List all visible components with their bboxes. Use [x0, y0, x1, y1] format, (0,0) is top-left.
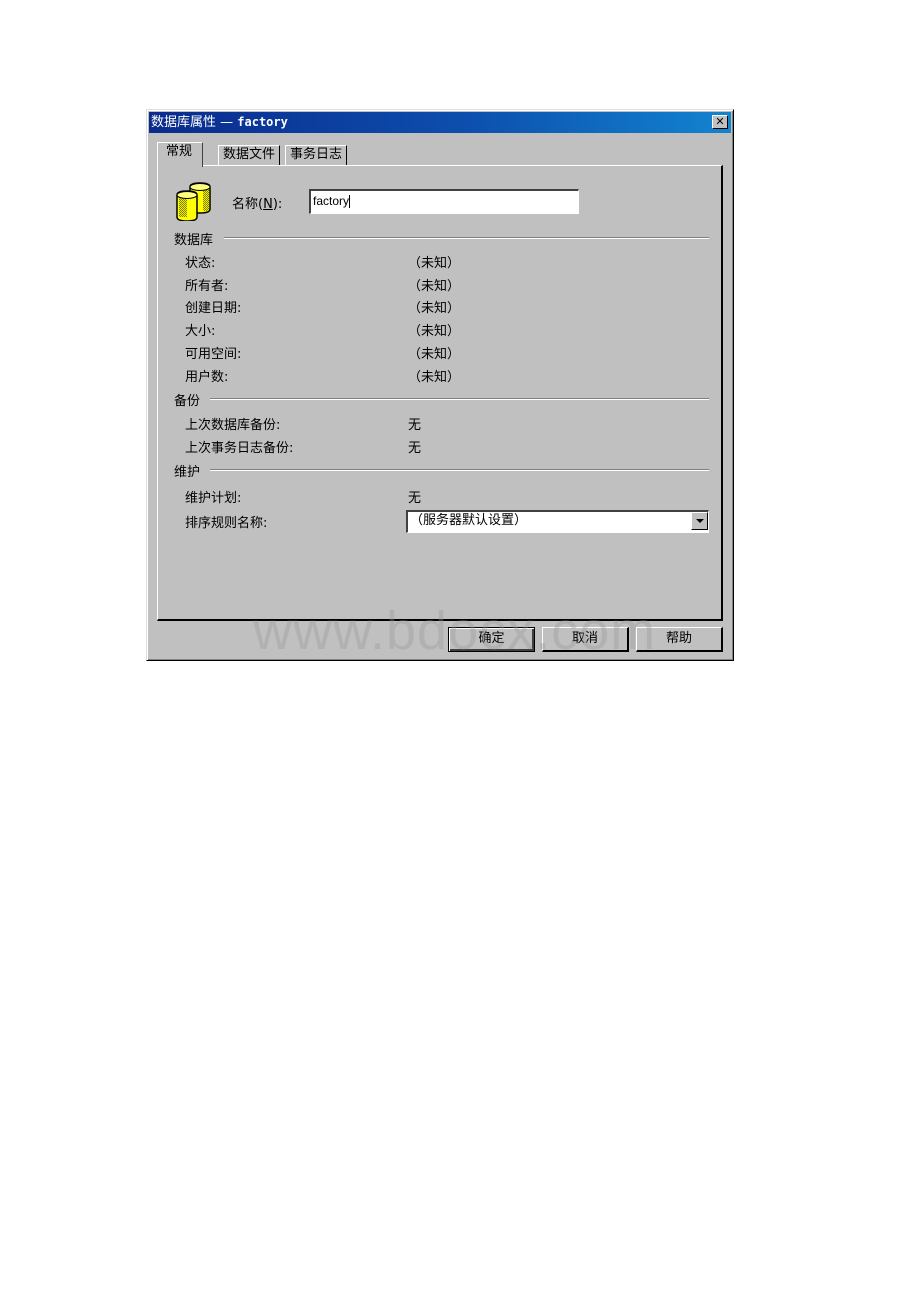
date-created-label: 创建日期:	[185, 301, 242, 316]
last-database-backup-value: 无	[408, 418, 422, 433]
title-bar[interactable]: 数据库属性 — factory ✕	[149, 112, 731, 133]
size-value: （未知）	[408, 324, 461, 339]
tab-data-files[interactable]: 数据文件	[218, 145, 281, 165]
last-database-backup-label: 上次数据库备份:	[185, 418, 281, 433]
chevron-down-icon[interactable]	[691, 512, 708, 530]
date-created-value: （未知）	[408, 301, 461, 316]
last-log-backup-value: 无	[408, 441, 422, 456]
name-label-end: ):	[272, 197, 283, 212]
space-available-value: （未知）	[408, 347, 461, 362]
close-button[interactable]: ✕	[712, 115, 728, 129]
name-input[interactable]: factory	[309, 189, 579, 214]
space-available-label: 可用空间:	[185, 347, 242, 362]
window-title-name: factory	[237, 115, 288, 129]
size-label: 大小:	[185, 324, 216, 339]
maintenance-section-title: 维护	[174, 465, 201, 480]
maintenance-plan-label: 维护计划:	[185, 491, 242, 506]
database-properties-dialog: 数据库属性 — factory ✕ 常规 数据文件 事务日志 名称(N): fa…	[146, 109, 734, 661]
name-input-value: factory	[313, 194, 350, 208]
tab-general[interactable]: 常规	[157, 142, 204, 167]
status-value: （未知）	[408, 256, 461, 271]
owner-label: 所有者:	[185, 279, 229, 294]
text-caret	[349, 195, 351, 209]
cancel-button[interactable]: 取消	[542, 627, 629, 652]
user-count-label: 用户数:	[185, 370, 229, 385]
last-log-backup-label: 上次事务日志备份:	[185, 441, 294, 456]
collation-select[interactable]: （服务器默认设置）	[406, 510, 709, 533]
user-count-value: （未知）	[408, 370, 461, 385]
maintenance-section-divider	[210, 469, 709, 471]
backup-section-title: 备份	[174, 394, 201, 409]
collation-name-label: 排序规则名称:	[185, 516, 268, 531]
close-icon: ✕	[715, 115, 725, 128]
status-label: 状态:	[185, 256, 216, 271]
owner-value: （未知）	[408, 279, 461, 294]
name-label-text: 名称(	[232, 197, 264, 212]
help-button[interactable]: 帮助	[636, 627, 723, 652]
name-label-mnemonic: N	[263, 197, 273, 212]
tab-transaction-log[interactable]: 事务日志	[285, 145, 348, 165]
name-label: 名称(N):	[232, 193, 282, 212]
database-section-divider	[224, 237, 709, 239]
database-icon	[176, 182, 211, 221]
collation-selected-value: （服务器默认设置）	[410, 513, 528, 528]
database-section-title: 数据库	[174, 233, 214, 248]
ok-button[interactable]: 确定	[448, 627, 535, 652]
window-title-prefix: 数据库属性 —	[151, 115, 238, 130]
backup-section-divider	[210, 398, 709, 400]
general-tab-panel: 名称(N): factory 数据库 状态: （未知） 所有者: （未知） 创建…	[157, 165, 723, 621]
maintenance-plan-value: 无	[408, 491, 422, 506]
